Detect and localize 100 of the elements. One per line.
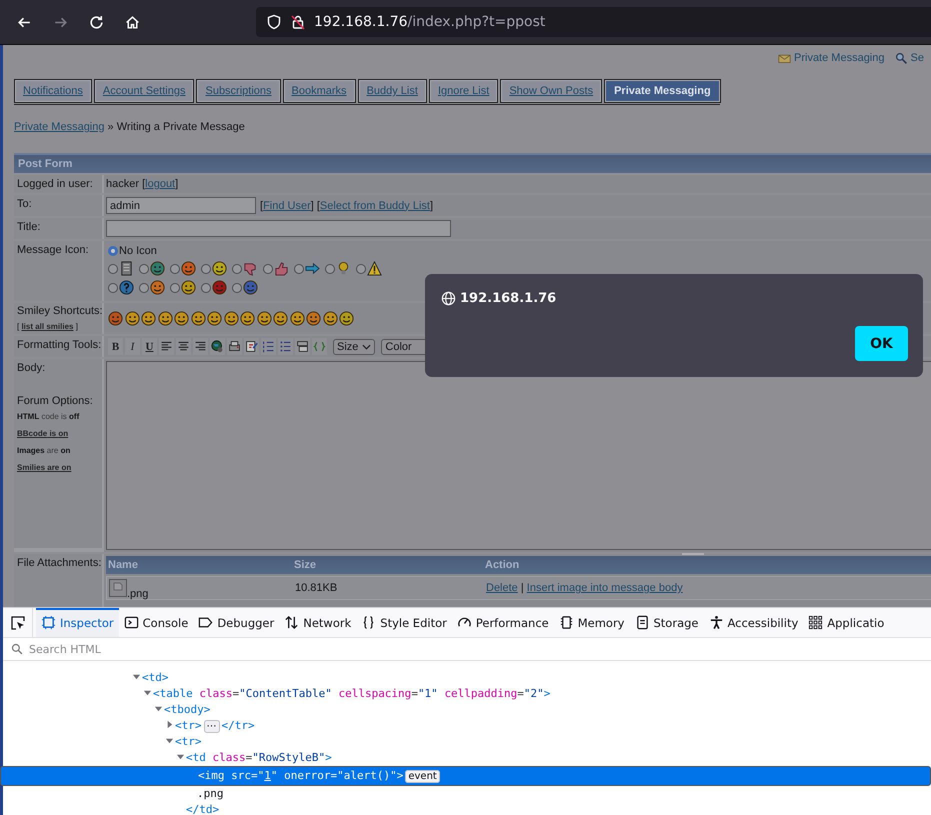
frame-icon [41, 615, 56, 630]
event-badge: event [405, 770, 440, 783]
event-badge: ⋯ [204, 720, 220, 733]
expanded-twisty-icon[interactable] [165, 736, 174, 745]
text-link[interactable]: Select from Buddy List [320, 200, 430, 212]
recipient-field[interactable]: admin [106, 197, 256, 214]
search-html-field[interactable]: Search HTML [27, 642, 331, 656]
address-bar[interactable]: 192.168.1.76/index.php?t=ppost [256, 7, 931, 37]
html-tag: <td> [142, 671, 168, 684]
radio-button[interactable] [263, 264, 273, 274]
field-label: Body: [17, 362, 46, 374]
nav-tab[interactable]: Ignore List [428, 79, 498, 103]
collapsed-twisty-icon[interactable] [165, 720, 174, 729]
devtools-tab[interactable]: Applicatio [803, 608, 890, 637]
action-link[interactable]: Delete [486, 582, 518, 594]
expanded-twisty-icon[interactable] [154, 704, 163, 713]
nav-tab[interactable]: Bookmarks [282, 79, 356, 103]
recipient-links: [Find User] [Select from Buddy List] [260, 200, 434, 212]
dropdown[interactable]: Size [333, 338, 376, 354]
radio-button[interactable] [139, 282, 149, 292]
nav-tab[interactable]: Show Own Posts [500, 79, 602, 103]
radio-button[interactable] [108, 246, 118, 256]
smiley-icon[interactable] [240, 311, 255, 326]
ok-button[interactable]: OK [855, 326, 908, 361]
radio-button[interactable] [232, 264, 242, 274]
nav-tab[interactable]: Buddy List [358, 79, 427, 103]
expanded-twisty-icon[interactable] [132, 672, 141, 681]
radio-button[interactable] [108, 264, 118, 274]
expanded-twisty-icon[interactable] [176, 752, 185, 761]
align-right-button[interactable] [193, 338, 208, 355]
devtools-tab[interactable]: Debugger [193, 608, 280, 637]
nav-tab[interactable]: Private Messaging [604, 79, 721, 103]
attribute-name: onerror [284, 769, 330, 782]
person-icon [708, 615, 724, 630]
radio-button[interactable] [201, 282, 211, 292]
smiley-icon[interactable] [339, 311, 354, 326]
quote-button[interactable] [295, 338, 310, 355]
action-link[interactable]: Insert image into message body [526, 582, 683, 594]
smiley-icon[interactable] [158, 311, 172, 326]
header-link[interactable]: Se [894, 50, 924, 66]
smiley-icon[interactable] [207, 311, 222, 326]
devtools-tab[interactable]: Accessibility [704, 608, 804, 637]
smiley-icon[interactable] [190, 311, 206, 326]
globe-icon [211, 340, 224, 353]
smiley-icon[interactable] [224, 311, 238, 326]
smiley-icon[interactable] [174, 311, 189, 326]
option-link[interactable]: Smilies are on [17, 463, 102, 472]
radio-button[interactable] [139, 264, 149, 274]
radio-button[interactable] [232, 282, 242, 292]
smiley-icon[interactable] [108, 311, 123, 326]
html-tag: > [544, 687, 550, 700]
smiley-icon[interactable] [322, 311, 338, 326]
option-link[interactable]: BBcode is on [17, 429, 102, 438]
attribute-link: 1 [264, 769, 271, 782]
devtools-tab[interactable]: Storage [630, 608, 704, 637]
radio-button[interactable] [170, 282, 180, 292]
logout-link[interactable]: logout [145, 178, 176, 190]
globe-button[interactable] [210, 338, 225, 355]
devtools-tab[interactable]: Network [279, 608, 356, 637]
radio-button[interactable] [356, 264, 366, 274]
devtools-tab[interactable]: Inspector [36, 608, 119, 637]
radio-button[interactable] [325, 264, 335, 274]
format-button[interactable]: I [125, 338, 140, 355]
home-icon [124, 14, 140, 30]
nav-tab[interactable]: Account Settings [94, 79, 194, 103]
devtools-tab[interactable]: Style Editor [356, 608, 452, 637]
attribute-name: src [231, 769, 251, 782]
radio-button[interactable] [201, 264, 211, 274]
devtools-tab[interactable]: Console [118, 608, 194, 637]
breadcrumb-link[interactable]: Private Messaging [14, 121, 104, 133]
thumb-down-icon [243, 261, 258, 276]
format-button[interactable]: B [108, 338, 123, 355]
list-smilies-link[interactable]: list all smilies [21, 322, 74, 331]
expanded-twisty-icon[interactable] [143, 688, 152, 697]
smiley-icon[interactable] [290, 311, 304, 326]
align-left-button[interactable] [159, 338, 174, 355]
text-link[interactable]: Find User [263, 200, 311, 212]
align-center-icon [177, 340, 190, 353]
smiley-icon[interactable] [306, 311, 321, 326]
smiley-icon[interactable] [256, 311, 272, 326]
devtools-tab[interactable]: Memory [554, 608, 630, 637]
devtools-tab[interactable]: Performance [452, 608, 554, 637]
nav-tab[interactable]: Notifications [14, 79, 92, 103]
header-link[interactable]: Private Messaging [778, 50, 884, 66]
smiley-icon[interactable] [124, 311, 140, 326]
selected-node-row[interactable]: <img src="1" onerror="alert()"> event [0, 766, 931, 786]
image-button[interactable] [227, 338, 242, 355]
breadcrumb: Private Messaging » Writing a Private Message [14, 121, 246, 133]
resize-handle[interactable] [682, 553, 704, 555]
nav-tab[interactable]: Subscriptions [196, 79, 281, 103]
smiley-icon[interactable] [273, 311, 288, 326]
title-field[interactable] [106, 220, 451, 237]
radio-button[interactable] [170, 264, 180, 274]
smiley-icon[interactable] [141, 311, 156, 326]
radio-button[interactable] [294, 264, 304, 274]
edit-button[interactable] [244, 338, 259, 355]
radio-button[interactable] [108, 282, 118, 292]
format-button[interactable]: U [142, 338, 157, 355]
message-body-field[interactable] [106, 361, 931, 550]
align-center-button[interactable] [176, 338, 191, 355]
